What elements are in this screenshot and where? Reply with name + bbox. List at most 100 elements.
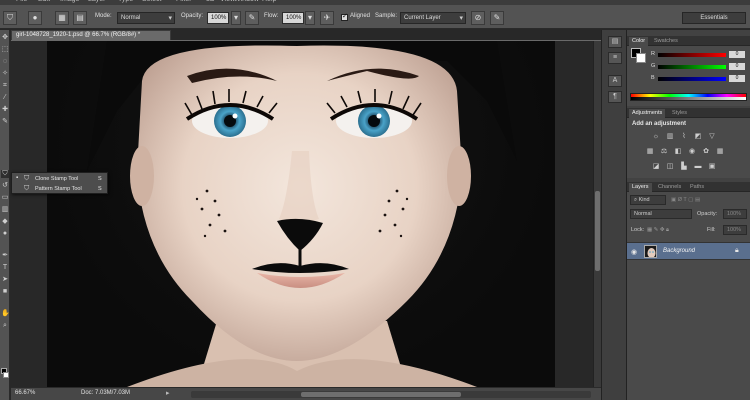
eraser-tool-icon[interactable]: ▭ xyxy=(1,194,9,202)
menu-item-3d[interactable]: 3D xyxy=(206,0,215,3)
red-bar[interactable] xyxy=(658,53,726,57)
menu-item-filter[interactable]: Filter xyxy=(176,0,192,3)
opacity-input[interactable]: 100% xyxy=(207,12,229,24)
zoom-level[interactable]: 66.67% xyxy=(15,390,35,396)
menu-item-select[interactable]: Select xyxy=(142,0,161,3)
marquee-tool-icon[interactable]: ⬚ xyxy=(1,46,9,54)
blur-tool-icon[interactable]: ◆ xyxy=(1,218,9,226)
menu-item-edit[interactable]: Edit xyxy=(38,0,50,3)
red-value[interactable]: 0 xyxy=(729,51,745,58)
vertical-scroll-thumb[interactable] xyxy=(595,191,600,271)
airbrush-icon[interactable]: ✈ xyxy=(320,11,334,25)
photo-filter-icon[interactable]: ◉ xyxy=(687,147,697,156)
menu-item-window[interactable]: Window xyxy=(234,0,259,3)
blue-bar[interactable] xyxy=(658,77,726,81)
path-selection-tool-icon[interactable]: ➤ xyxy=(1,276,9,284)
channel-mixer-icon[interactable]: ✿ xyxy=(701,147,711,156)
tab-styles[interactable]: Styles xyxy=(669,109,690,118)
layer-row[interactable]: ◉ Background 🔒︎ xyxy=(627,242,750,260)
vibrance-icon[interactable]: ▽ xyxy=(707,132,717,141)
properties-panel-icon[interactable]: ≡ xyxy=(608,52,622,64)
layer-name[interactable]: Background xyxy=(663,248,695,254)
lasso-tool-icon[interactable]: ◌ xyxy=(1,58,9,66)
flow-dropdown-icon[interactable]: ▾ xyxy=(305,11,315,25)
gradient-tool-icon[interactable]: ▥ xyxy=(1,206,9,214)
document-canvas[interactable] xyxy=(47,41,555,387)
green-slider[interactable]: G 0 xyxy=(651,63,747,71)
curves-icon[interactable]: ⌇ xyxy=(679,132,689,141)
blend-mode-select[interactable]: Normal xyxy=(630,209,692,219)
gradient-map-icon[interactable]: ▬ xyxy=(693,162,703,171)
menu-item-view[interactable]: View xyxy=(220,0,235,3)
status-menu-icon[interactable]: ▸ xyxy=(166,389,170,397)
shape-tool-icon[interactable]: ■ xyxy=(1,288,9,296)
tab-swatches[interactable]: Swatches xyxy=(651,37,681,46)
hue-saturation-icon[interactable]: ▦ xyxy=(645,147,655,156)
dodge-tool-icon[interactable]: ● xyxy=(1,230,9,238)
horizontal-scroll-thumb[interactable] xyxy=(301,392,461,397)
clone-stamp-tool-icon[interactable]: ⛉ xyxy=(1,170,9,178)
posterize-icon[interactable]: ◫ xyxy=(665,162,675,171)
color-spectrum[interactable] xyxy=(630,93,747,101)
tab-color[interactable]: Color xyxy=(629,37,649,46)
horizontal-scrollbar[interactable] xyxy=(191,391,591,398)
brightness-contrast-icon[interactable]: ☼ xyxy=(651,132,661,141)
crop-tool-icon[interactable]: ⌗ xyxy=(1,82,9,90)
flyout-item-pattern-stamp[interactable]: ⛉ Pattern Stamp Tool S xyxy=(12,184,107,194)
blue-slider[interactable]: B 0 xyxy=(651,75,747,83)
aligned-checkbox[interactable] xyxy=(341,12,348,21)
visibility-eye-icon[interactable]: ◉ xyxy=(631,248,637,256)
move-tool-icon[interactable]: ✥ xyxy=(1,34,9,42)
menu-item-file[interactable]: File xyxy=(16,0,27,3)
paragraph-panel-icon[interactable]: ¶ xyxy=(608,91,622,103)
fill-input[interactable]: 100% xyxy=(723,225,747,235)
black-white-icon[interactable]: ◧ xyxy=(673,147,683,156)
layer-filter-icons[interactable]: ▣ Ø T ▢ ▤ xyxy=(671,197,700,203)
quick-selection-tool-icon[interactable]: ✧ xyxy=(1,70,9,78)
document-tab[interactable]: girl-1048728_1920-1.psd @ 66.7% (RGB/8#)… xyxy=(11,30,171,40)
vertical-scrollbar[interactable] xyxy=(593,41,601,387)
lock-icons[interactable]: ▦ ✎ ✥ 🔒︎ xyxy=(647,227,669,234)
history-panel-icon[interactable]: ▤ xyxy=(608,36,622,48)
tab-paths[interactable]: Paths xyxy=(687,183,707,192)
zoom-tool-icon[interactable]: ⌕ xyxy=(1,322,9,330)
green-value[interactable]: 0 xyxy=(729,63,745,70)
layer-filter-select[interactable]: ⌕ Kind xyxy=(630,195,666,205)
clone-stamp-tool-icon[interactable]: ⛉ xyxy=(3,11,17,25)
brush-panel-icon[interactable]: ▦ xyxy=(55,11,69,25)
canvas-area[interactable] xyxy=(11,41,593,387)
brush-tool-icon[interactable]: ✎ xyxy=(1,118,9,126)
menu-item-layer[interactable]: Layer xyxy=(88,0,106,3)
workspace-switcher[interactable]: Essentials xyxy=(682,12,746,24)
green-bar[interactable] xyxy=(658,65,726,69)
flyout-item-clone-stamp[interactable]: ▪ ⛉ Clone Stamp Tool S xyxy=(12,174,107,184)
character-panel-icon[interactable]: A xyxy=(608,75,622,87)
opacity-dropdown-icon[interactable]: ▾ xyxy=(231,11,241,25)
pen-tool-icon[interactable]: ✒ xyxy=(1,252,9,260)
invert-icon[interactable]: ◪ xyxy=(651,162,661,171)
tab-layers[interactable]: Layers xyxy=(629,183,652,192)
menu-item-type[interactable]: Type xyxy=(118,0,133,3)
menu-item-help[interactable]: Help xyxy=(262,0,276,3)
eyedropper-tool-icon[interactable]: ⁄ xyxy=(1,94,9,102)
exposure-icon[interactable]: ◩ xyxy=(693,132,703,141)
red-slider[interactable]: R 0 xyxy=(651,51,747,59)
mode-select[interactable]: Normal xyxy=(117,12,175,24)
color-lookup-icon[interactable]: ▦ xyxy=(715,147,725,156)
menu-item-image[interactable]: Image xyxy=(60,0,79,3)
clone-source-icon[interactable]: ▤ xyxy=(73,11,87,25)
pressure-opacity-icon[interactable]: ✎ xyxy=(245,11,259,25)
history-brush-tool-icon[interactable]: ↺ xyxy=(1,182,9,190)
brush-preset-icon[interactable]: ● xyxy=(28,11,42,25)
healing-brush-tool-icon[interactable]: ✚ xyxy=(1,106,9,114)
color-balance-icon[interactable]: ⚖ xyxy=(659,147,669,156)
background-color-swatch[interactable] xyxy=(3,372,9,378)
blue-value[interactable]: 0 xyxy=(729,75,745,82)
ignore-adjustment-layers-icon[interactable]: ⊘ xyxy=(471,11,485,25)
selective-color-icon[interactable]: ▣ xyxy=(707,162,717,171)
sample-select[interactable]: Current Layer xyxy=(400,12,466,24)
tab-channels[interactable]: Channels xyxy=(655,183,684,192)
layer-opacity-input[interactable]: 100% xyxy=(723,209,747,219)
flow-input[interactable]: 100% xyxy=(282,12,304,24)
hand-tool-icon[interactable]: ✋ xyxy=(1,310,10,318)
